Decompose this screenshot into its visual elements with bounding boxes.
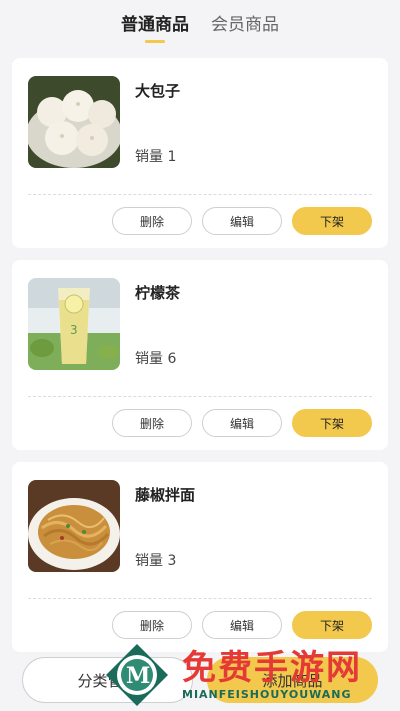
delete-button[interactable]: 删除: [112, 611, 192, 639]
lemon-tea-image: 3: [28, 278, 120, 370]
product-card: 3 柠檬茶 销量 6 删除 编辑 下架: [12, 260, 388, 450]
add-product-button[interactable]: 添加商品: [207, 657, 378, 703]
product-card: 藤椒拌面 销量 3 删除 编辑 下架: [12, 462, 388, 652]
tab-regular-products[interactable]: 普通商品: [121, 14, 189, 36]
product-name: 藤椒拌面: [135, 486, 196, 504]
product-sales: 销量 1: [135, 149, 177, 165]
delete-button[interactable]: 删除: [112, 207, 192, 235]
product-name: 柠檬茶: [135, 284, 181, 302]
svg-text:3: 3: [70, 323, 78, 337]
dashed-divider: [28, 598, 372, 599]
product-sales: 销量 3: [135, 553, 177, 569]
product-type-tabs: 普通商品 会员商品: [0, 0, 400, 52]
edit-button[interactable]: 编辑: [202, 207, 282, 235]
product-name: 大包子: [135, 82, 181, 100]
bottom-action-bar: 分类管理 添加商品: [0, 653, 400, 711]
offshelf-button[interactable]: 下架: [292, 409, 372, 437]
steamed-buns-image: [28, 76, 120, 168]
edit-button[interactable]: 编辑: [202, 611, 282, 639]
product-list: 大包子 销量 1 删除 编辑 下架 3 柠檬茶 销量 6 删除 编辑 下架 藤椒…: [0, 52, 400, 652]
product-sales: 销量 6: [135, 351, 177, 367]
dashed-divider: [28, 396, 372, 397]
offshelf-button[interactable]: 下架: [292, 611, 372, 639]
product-card: 大包子 销量 1 删除 编辑 下架: [12, 58, 388, 248]
tab-member-products[interactable]: 会员商品: [211, 14, 279, 36]
offshelf-button[interactable]: 下架: [292, 207, 372, 235]
delete-button[interactable]: 删除: [112, 409, 192, 437]
dashed-divider: [28, 194, 372, 195]
edit-button[interactable]: 编辑: [202, 409, 282, 437]
category-management-button[interactable]: 分类管理: [22, 657, 193, 703]
noodles-image: [28, 480, 120, 572]
